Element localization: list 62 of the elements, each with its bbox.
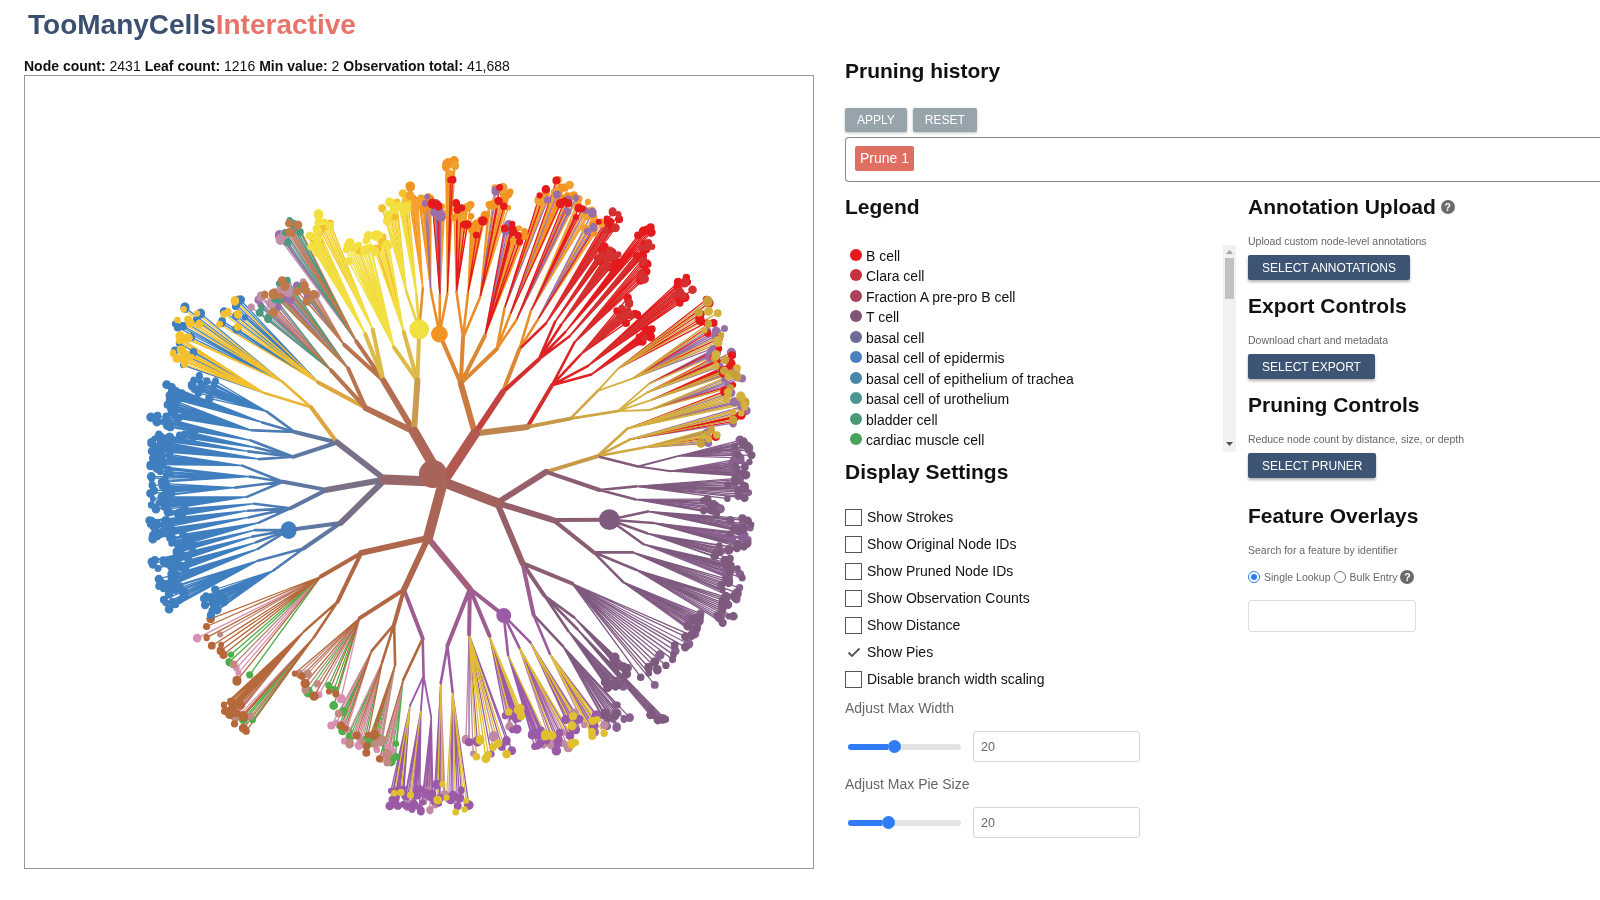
legend-label: Clara cell	[866, 268, 925, 286]
select-export-button[interactable]: SELECT EXPORT	[1248, 354, 1375, 379]
up-arrow-icon[interactable]	[1226, 250, 1233, 254]
scrollbar[interactable]	[1223, 245, 1236, 452]
legend-label: Fraction A pre-pro B cell	[866, 288, 1016, 306]
radio-label: Single Lookup	[1264, 571, 1331, 583]
checkbox[interactable]	[845, 535, 862, 553]
checkbox-label: Disable branch width scaling	[867, 670, 1045, 688]
select-pruner-button[interactable]: SELECT PRUNER	[1248, 453, 1377, 478]
slider-track[interactable]	[848, 819, 961, 826]
stat-text: Min value: 2	[259, 57, 340, 75]
checkbox[interactable]	[845, 508, 862, 526]
slider-track[interactable]	[848, 743, 961, 750]
slider-label: Adjust Max Width	[845, 699, 954, 717]
section-description: Reduce node count by distance, size, or depth	[1248, 432, 1464, 446]
legend-label: bladder cell	[866, 411, 938, 429]
number-input[interactable]: 20	[973, 731, 1140, 762]
legend-label: basal cell of epidermis	[866, 350, 1005, 368]
legend-label: basal cell of epithelium of trachea	[866, 370, 1074, 388]
section-heading: Pruning Controls	[1248, 392, 1420, 418]
section-heading: Feature Overlays	[1248, 503, 1419, 529]
section-heading: Export Controls	[1248, 293, 1407, 319]
legend-label: basal cell of urothelium	[866, 391, 1010, 409]
section-description: Download chart and metadata	[1248, 333, 1389, 347]
checkbox-label: Show Distance	[867, 616, 961, 634]
app-title: TooManyCellsInteractive	[28, 8, 356, 42]
section-heading: Pruning history	[845, 58, 1001, 84]
checkbox[interactable]	[845, 589, 862, 607]
section-description: Search for a feature by identifier	[1248, 543, 1398, 557]
prune-chip[interactable]: Prune 1	[855, 146, 915, 171]
checkbox-label: Show Pruned Node IDs	[867, 562, 1014, 580]
help-icon[interactable]: ?	[1400, 570, 1415, 584]
section-description: Upload custom node-level annotations	[1248, 234, 1427, 248]
checkbox-label: Show Pies	[867, 643, 934, 661]
section-heading: Annotation Upload	[1248, 194, 1436, 220]
checkbox-label: Show Strokes	[867, 508, 954, 526]
checkbox-label: Show Original Node IDs	[867, 535, 1017, 553]
section-heading: Legend	[845, 194, 920, 220]
down-arrow-icon[interactable]	[1226, 442, 1233, 446]
section-heading: Display Settings	[845, 459, 1009, 485]
scrollbar-thumb[interactable]	[1225, 258, 1234, 299]
checkbox[interactable]	[845, 670, 862, 688]
legend-label: cardiac muscle cell	[866, 432, 985, 450]
select-annotations-button[interactable]: SELECT ANNOTATIONS	[1248, 255, 1411, 280]
help-icon[interactable]: ?	[1440, 200, 1455, 214]
checkbox[interactable]	[845, 562, 862, 580]
stat-text: Observation total: 41,688	[343, 57, 510, 75]
feature-search-field[interactable]	[1248, 600, 1416, 632]
radio-label: Bulk Entry	[1349, 571, 1398, 583]
number-input[interactable]: 20	[973, 807, 1140, 838]
slider-thumb[interactable]	[888, 740, 902, 753]
slider-label: Adjust Max Pie Size	[845, 775, 970, 793]
radio-button[interactable]	[1248, 571, 1260, 583]
checkbox[interactable]	[845, 616, 862, 634]
checkbox-label: Show Observation Counts	[867, 589, 1030, 607]
stat-text: Node count: 2431	[24, 57, 141, 75]
legend-label: T cell	[866, 309, 900, 327]
stat-text: Leaf count: 1216	[144, 57, 256, 75]
legend-label: basal cell	[866, 329, 925, 347]
slider-thumb[interactable]	[881, 816, 895, 829]
legend-label: B cell	[866, 247, 901, 265]
radio-button[interactable]	[1333, 571, 1346, 583]
